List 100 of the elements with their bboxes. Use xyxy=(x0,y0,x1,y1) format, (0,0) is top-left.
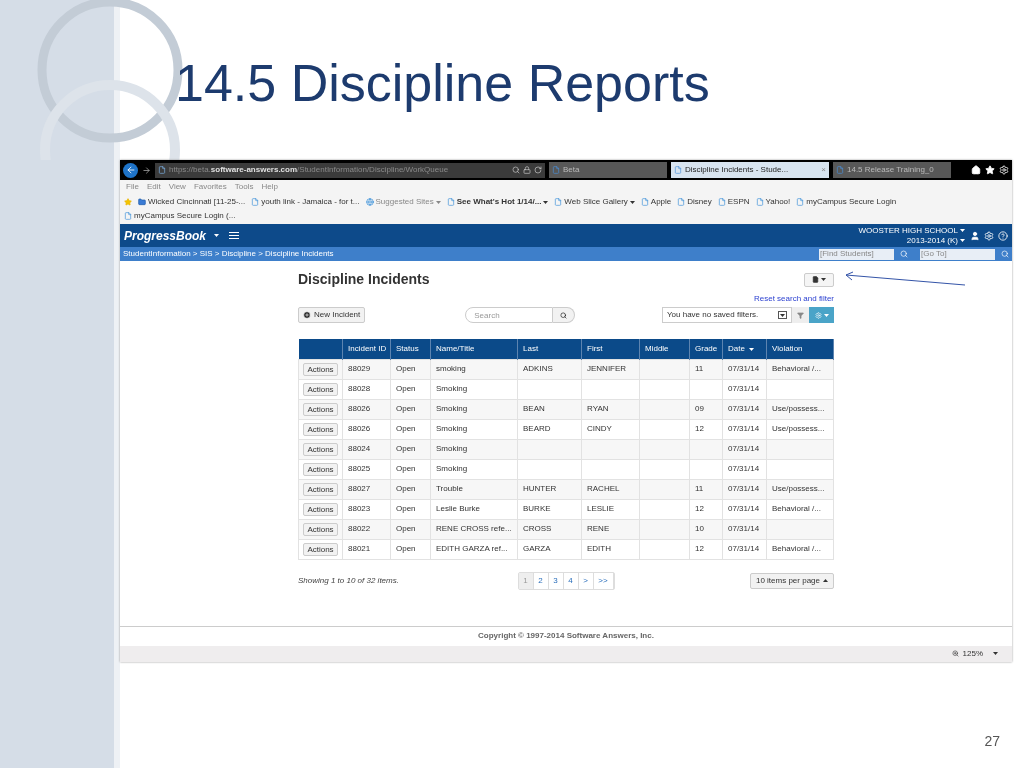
reset-link[interactable]: Reset search and filter xyxy=(753,293,834,305)
favorite-link[interactable]: Disney xyxy=(677,196,712,208)
column-header[interactable]: Incident ID xyxy=(342,339,391,359)
actions-button[interactable]: Actions xyxy=(303,422,338,436)
menu-item[interactable]: Help xyxy=(261,181,278,193)
caret-icon xyxy=(993,652,998,655)
filter-button[interactable] xyxy=(792,307,809,323)
new-incident-button[interactable]: New Incident xyxy=(298,307,366,323)
column-header[interactable]: Middle xyxy=(639,339,690,359)
table-cell: 88029 xyxy=(348,364,371,373)
plus-icon xyxy=(303,311,311,319)
home-icon[interactable] xyxy=(971,165,981,175)
table-cell: EDITH GARZA ref... xyxy=(436,544,508,553)
search-button[interactable] xyxy=(553,307,576,323)
table-cell: 07/31/14 xyxy=(728,524,760,533)
table-cell: 88025 xyxy=(348,464,371,473)
star-icon[interactable] xyxy=(985,165,995,175)
column-header[interactable]: Grade xyxy=(689,339,723,359)
app-logo[interactable]: ProgressBook xyxy=(124,226,207,245)
zoom-icon xyxy=(951,650,959,657)
menu-item[interactable]: Edit xyxy=(146,181,161,193)
actions-button[interactable]: Actions xyxy=(303,402,338,416)
favorite-link[interactable]: myCampus Secure Login (... xyxy=(124,210,236,222)
browser-tab[interactable]: Beta xyxy=(549,162,667,178)
table-cell: Use/possess... xyxy=(772,404,825,413)
actions-button[interactable]: Actions xyxy=(303,482,338,496)
back-button[interactable] xyxy=(123,162,138,178)
favorite-link[interactable]: Yahoo! xyxy=(755,196,791,208)
table-cell: Open xyxy=(396,424,416,433)
column-header[interactable]: First xyxy=(581,339,640,359)
page-icon xyxy=(677,198,686,206)
table-cell: Behavioral /... xyxy=(772,364,821,373)
favorite-link[interactable]: myCampus Secure Login xyxy=(796,196,897,208)
search-icon[interactable] xyxy=(512,166,520,174)
favorite-link[interactable]: Web Slice Gallery xyxy=(554,196,635,208)
actions-button[interactable]: Actions xyxy=(303,542,338,556)
help-icon[interactable] xyxy=(998,230,1008,241)
table-cell: 88022 xyxy=(348,524,371,533)
menu-icon[interactable] xyxy=(229,232,240,239)
page-icon xyxy=(640,198,649,206)
table-cell: ADKINS xyxy=(523,364,553,373)
zoom-level[interactable]: 125% xyxy=(962,647,983,660)
actions-button[interactable]: Actions xyxy=(303,502,338,516)
table-cell: 88027 xyxy=(348,484,371,493)
table-cell: 12 xyxy=(695,504,704,513)
menu-item[interactable]: Tools xyxy=(234,181,254,193)
table-cell: Use/possess... xyxy=(772,484,825,493)
page-icon xyxy=(796,198,805,206)
actions-button[interactable]: Actions xyxy=(303,442,338,456)
column-header[interactable]: Status xyxy=(390,339,431,359)
table-cell: 07/31/14 xyxy=(728,384,760,393)
page-icon xyxy=(251,198,260,206)
per-page-dropdown[interactable]: 10 items per page xyxy=(749,572,834,589)
page-icon xyxy=(755,198,764,206)
settings-icon[interactable] xyxy=(984,230,994,241)
page-icon xyxy=(717,198,726,206)
refresh-icon[interactable] xyxy=(534,166,542,174)
settings-icon[interactable] xyxy=(999,165,1009,175)
actions-button[interactable]: Actions xyxy=(303,382,338,396)
table-cell: Open xyxy=(396,484,416,493)
find-students-field[interactable]: [Find Students] xyxy=(819,248,894,260)
actions-button[interactable]: Actions xyxy=(303,522,338,536)
browser-tab[interactable]: Discipline Incidents - Stude... × xyxy=(671,162,829,178)
browser-tab[interactable]: 14.5 Release Training_0 xyxy=(833,162,951,178)
saved-filters-select[interactable]: You have no saved filters. xyxy=(662,307,792,323)
favorite-link[interactable]: ESPN xyxy=(717,196,750,208)
go-to-field[interactable]: [Go To] xyxy=(920,248,995,260)
column-header[interactable]: Violation xyxy=(766,339,834,359)
menu-item[interactable]: File xyxy=(126,181,139,193)
table-cell: 88026 xyxy=(348,404,371,413)
search-icon xyxy=(560,311,568,319)
column-header[interactable]: Name/Title xyxy=(430,339,518,359)
tab-label: 14.5 Release Training_0 xyxy=(847,164,934,176)
menu-item[interactable]: Favorites xyxy=(193,181,227,193)
page-icon xyxy=(674,166,682,174)
actions-button[interactable]: Actions xyxy=(303,362,338,376)
search-field[interactable]: Search xyxy=(465,307,554,323)
table-cell: BURKE xyxy=(523,504,551,513)
caret-icon xyxy=(629,200,635,204)
favorite-link[interactable]: Apple xyxy=(640,196,672,208)
table-cell: RENE CROSS refe... xyxy=(436,524,512,533)
school-dropdown[interactable]: WOOSTER HIGH SCHOOL xyxy=(858,225,965,236)
column-header[interactable]: Last xyxy=(517,339,582,359)
year-dropdown[interactable]: 2013-2014 (K) xyxy=(906,235,965,246)
column-header[interactable]: Date xyxy=(722,339,767,359)
table-cell: CINDY xyxy=(587,424,612,433)
favorite-link[interactable]: youth link - Jamaica - for t... xyxy=(251,196,360,208)
favorite-link[interactable]: See What's Hot 1/14/... xyxy=(446,196,549,208)
favorite-link[interactable]: Suggested Sites xyxy=(365,196,441,208)
caret-icon xyxy=(821,278,826,281)
user-icon[interactable] xyxy=(970,230,980,241)
actions-button[interactable]: Actions xyxy=(303,462,338,476)
table-cell: 07/31/14 xyxy=(728,404,760,413)
forward-icon[interactable] xyxy=(142,165,151,175)
table-cell: 07/31/14 xyxy=(728,364,760,373)
favorite-link[interactable]: Wicked Cincinnati [11-25-... xyxy=(138,196,246,208)
caret-icon xyxy=(960,229,965,232)
table-cell: RACHEL xyxy=(587,484,620,493)
table-cell: 12 xyxy=(695,544,704,553)
export-button[interactable] xyxy=(804,272,834,287)
